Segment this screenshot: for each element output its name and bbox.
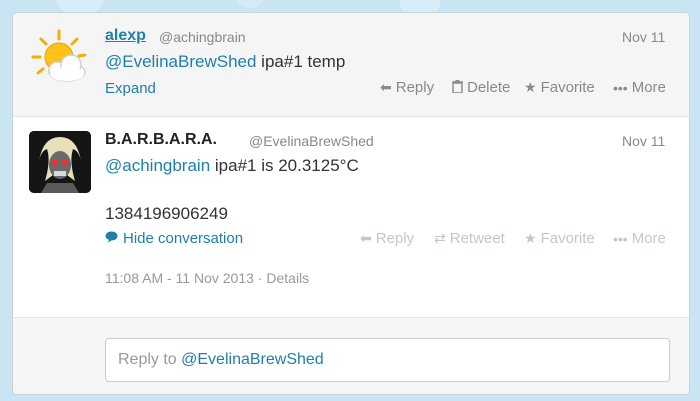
- tweet-text: @EvelinaBrewShed ipa#1 temp: [105, 52, 345, 72]
- trash-icon: [452, 79, 463, 96]
- author-name[interactable]: B.A.R.B.A.R.A.: [105, 131, 217, 149]
- tweet-body: ipa#1 is 20.3125°C: [210, 156, 359, 175]
- reply-prefix: Reply to: [118, 351, 182, 368]
- tweet-text-line2: 1384196906249: [105, 204, 228, 223]
- tweet-item[interactable]: alexp @achingbrain Nov 11 @EvelinaBrewSh…: [13, 13, 689, 117]
- author-name[interactable]: alexp: [105, 27, 146, 45]
- mention-link[interactable]: @EvelinaBrewShed: [105, 52, 256, 71]
- tweet-date[interactable]: Nov 11: [622, 133, 665, 149]
- delete-button[interactable]: Delete: [452, 79, 510, 96]
- timestamp[interactable]: 11:08 AM - 11 Nov 2013: [105, 270, 254, 286]
- favorite-button[interactable]: ★ Favorite: [524, 230, 595, 247]
- details-link[interactable]: Details: [266, 270, 309, 286]
- meta-separator: ·: [257, 270, 263, 286]
- tweet-body: ipa#1 temp: [256, 52, 346, 71]
- retweet-icon: ⇄: [434, 230, 446, 246]
- tweet-date[interactable]: Nov 11: [622, 29, 665, 45]
- reply-label: Reply: [375, 230, 415, 247]
- speech-bubble-icon: [105, 230, 118, 247]
- author-handle[interactable]: @achingbrain: [159, 29, 246, 45]
- retweet-button[interactable]: ⇄ Retweet: [434, 230, 505, 247]
- reply-button[interactable]: ⬅ Reply: [360, 230, 414, 247]
- reply-arrow-icon: ⬅: [380, 79, 392, 95]
- reply-input[interactable]: Reply to @EvelinaBrewShed: [105, 338, 670, 382]
- conversation-panel: alexp @achingbrain Nov 11 @EvelinaBrewSh…: [12, 12, 690, 395]
- reply-area: Reply to @EvelinaBrewShed: [13, 318, 689, 394]
- reply-arrow-icon: ⬅: [360, 230, 372, 246]
- retweet-label: Retweet: [449, 230, 505, 247]
- reply-placeholder: Reply to @EvelinaBrewShed: [118, 351, 324, 369]
- more-label: More: [631, 230, 666, 247]
- star-icon: ★: [524, 79, 537, 95]
- hide-conversation-label: Hide conversation: [123, 230, 244, 247]
- hide-conversation-link[interactable]: Hide conversation: [105, 230, 243, 247]
- favorite-label: Favorite: [540, 230, 595, 247]
- favorite-button[interactable]: ★ Favorite: [524, 79, 595, 96]
- star-icon: ★: [524, 230, 537, 246]
- more-button[interactable]: ••• More: [613, 79, 666, 96]
- reply-button[interactable]: ⬅ Reply: [380, 79, 434, 96]
- favorite-label: Favorite: [540, 79, 595, 96]
- expand-link[interactable]: Expand: [105, 80, 156, 97]
- sun-cloud-avatar[interactable]: [29, 27, 91, 89]
- dots-icon: •••: [613, 79, 628, 96]
- more-label: More: [631, 79, 666, 96]
- robot-avatar[interactable]: [29, 131, 91, 193]
- more-button[interactable]: ••• More: [613, 230, 666, 247]
- author-handle[interactable]: @EvelinaBrewShed: [249, 133, 374, 149]
- reply-target: @EvelinaBrewShed: [181, 351, 324, 368]
- delete-label: Delete: [467, 79, 511, 96]
- tweet-text: @achingbrain ipa#1 is 20.3125°C: [105, 156, 359, 176]
- mention-link[interactable]: @achingbrain: [105, 156, 210, 175]
- reply-label: Reply: [395, 79, 435, 96]
- dots-icon: •••: [613, 230, 628, 247]
- tweet-meta: 11:08 AM - 11 Nov 2013 · Details: [105, 270, 309, 286]
